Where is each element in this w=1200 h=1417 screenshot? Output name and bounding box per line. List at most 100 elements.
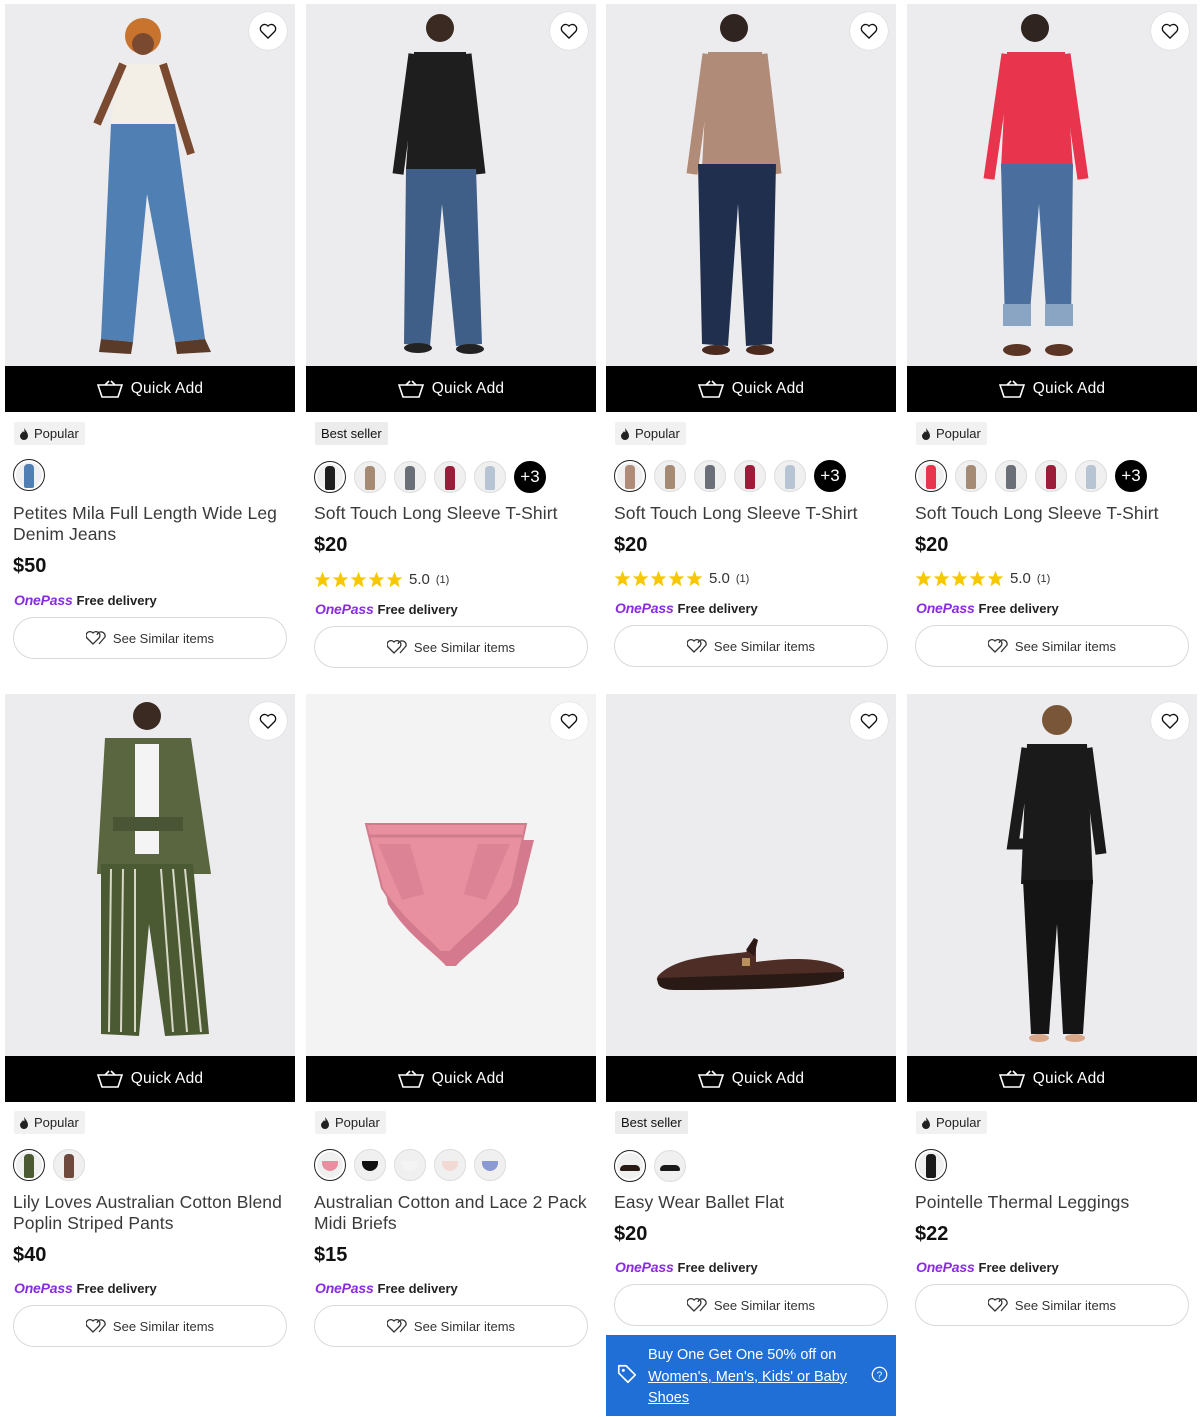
color-swatch[interactable] <box>434 461 466 493</box>
color-swatch[interactable] <box>354 461 386 493</box>
quick-add-button[interactable]: Quick Add <box>606 366 896 412</box>
color-swatch[interactable] <box>915 1149 947 1181</box>
product-title[interactable]: Australian Cotton and Lace 2 Pack Midi B… <box>314 1192 590 1234</box>
color-swatch[interactable] <box>915 460 947 492</box>
onepass-logo: OnePass <box>916 600 975 616</box>
color-swatch[interactable] <box>654 460 686 492</box>
product-title[interactable]: Petites Mila Full Length Wide Leg Denim … <box>13 503 289 545</box>
see-similar-button[interactable]: See Similar items <box>13 1305 287 1347</box>
product-price: $22 <box>915 1223 949 1245</box>
product-photo <box>1006 705 1107 1042</box>
wishlist-heart-button[interactable] <box>850 12 888 50</box>
product-title[interactable]: Soft Touch Long Sleeve T-Shirt <box>915 503 1191 524</box>
color-swatch[interactable] <box>995 460 1027 492</box>
product-card[interactable]: Quick Add Best seller +3 Soft Touch Long… <box>306 4 596 668</box>
product-title[interactable]: Easy Wear Ballet Flat <box>614 1192 890 1213</box>
star-icon <box>650 570 667 587</box>
product-image[interactable]: Quick Add <box>306 694 596 1102</box>
product-card[interactable]: Quick Add Popular +3 Soft Touch Long Sle… <box>907 4 1197 667</box>
color-swatch[interactable] <box>474 1149 506 1181</box>
product-image[interactable]: Quick Add <box>5 694 295 1102</box>
color-swatch[interactable] <box>694 460 726 492</box>
wishlist-heart-button[interactable] <box>1151 702 1189 740</box>
quick-add-button[interactable]: Quick Add <box>5 366 295 412</box>
color-swatch[interactable] <box>394 1149 426 1181</box>
star-rating-icons <box>314 571 403 588</box>
flame-icon <box>20 1116 28 1129</box>
product-price: $50 <box>13 555 47 577</box>
color-swatch[interactable] <box>1075 460 1107 492</box>
color-swatch[interactable] <box>394 461 426 493</box>
color-swatch[interactable] <box>13 1149 45 1181</box>
similar-hearts-icon <box>386 1318 407 1333</box>
product-image[interactable]: Quick Add <box>606 694 896 1102</box>
product-card[interactable]: Quick Add Popular Australian Cotton and … <box>306 694 596 1347</box>
see-similar-button[interactable]: See Similar items <box>314 626 588 668</box>
color-swatch[interactable] <box>354 1149 386 1181</box>
see-similar-button[interactable]: See Similar items <box>614 625 888 667</box>
heart-icon <box>560 23 578 39</box>
promo-link[interactable]: Women's, Men's, Kids' or Baby Shoes <box>648 1367 856 1410</box>
star-icon <box>314 571 331 588</box>
help-icon[interactable]: ? <box>871 1366 888 1383</box>
flame-icon <box>922 1116 930 1129</box>
quick-add-button[interactable]: Quick Add <box>907 1056 1197 1102</box>
star-icon <box>614 570 631 587</box>
wishlist-heart-button[interactable] <box>249 702 287 740</box>
quick-add-button[interactable]: Quick Add <box>907 366 1197 412</box>
color-swatch[interactable] <box>774 460 806 492</box>
onepass-logo: OnePass <box>14 1280 73 1296</box>
wishlist-heart-button[interactable] <box>249 12 287 50</box>
product-title[interactable]: Pointelle Thermal Leggings <box>915 1192 1191 1213</box>
product-image[interactable]: Quick Add <box>306 4 596 412</box>
product-title[interactable]: Soft Touch Long Sleeve T-Shirt <box>614 503 890 524</box>
product-card[interactable]: Quick Add Popular Petites Mila Full Leng… <box>5 4 295 659</box>
see-similar-button[interactable]: See Similar items <box>314 1305 588 1347</box>
color-swatches <box>314 1149 506 1181</box>
product-title[interactable]: Lily Loves Australian Cotton Blend Popli… <box>13 1192 289 1234</box>
color-swatch[interactable] <box>434 1149 466 1181</box>
product-card[interactable]: Quick Add Popular +3 Soft Touch Long Sle… <box>606 4 896 667</box>
see-similar-button[interactable]: See Similar items <box>614 1284 888 1326</box>
rating-count: (1) <box>735 572 750 585</box>
product-image[interactable]: Quick Add <box>606 4 896 412</box>
color-swatch[interactable] <box>53 1149 85 1181</box>
product-title[interactable]: Soft Touch Long Sleeve T-Shirt <box>314 503 590 524</box>
color-swatch[interactable] <box>614 460 646 492</box>
quick-add-button[interactable]: Quick Add <box>306 1056 596 1102</box>
see-similar-button[interactable]: See Similar items <box>13 617 287 659</box>
product-image[interactable]: Quick Add <box>907 694 1197 1102</box>
more-colors-button[interactable]: +3 <box>514 461 546 493</box>
see-similar-button[interactable]: See Similar items <box>915 625 1189 667</box>
color-swatch[interactable] <box>13 459 45 491</box>
product-card[interactable]: Quick Add Popular Lily Loves Australian … <box>5 694 295 1347</box>
color-swatches: +3 <box>614 460 846 492</box>
color-swatch[interactable] <box>654 1150 686 1182</box>
product-card[interactable]: Quick Add Popular Pointelle Thermal Legg… <box>907 694 1197 1326</box>
product-card[interactable]: Quick Add Best seller Easy Wear Ballet F… <box>606 694 896 1326</box>
more-colors-button[interactable]: +3 <box>1115 460 1147 492</box>
quick-add-button[interactable]: Quick Add <box>5 1056 295 1102</box>
color-swatch[interactable] <box>474 461 506 493</box>
more-colors-button[interactable]: +3 <box>814 460 846 492</box>
color-swatch[interactable] <box>955 460 987 492</box>
product-image[interactable]: Quick Add <box>5 4 295 412</box>
quick-add-button[interactable]: Quick Add <box>606 1056 896 1102</box>
quick-add-button[interactable]: Quick Add <box>306 366 596 412</box>
wishlist-heart-button[interactable] <box>850 702 888 740</box>
product-price: $20 <box>614 534 648 556</box>
rating-count: (1) <box>435 573 450 586</box>
wishlist-heart-button[interactable] <box>1151 12 1189 50</box>
color-swatch[interactable] <box>314 1149 346 1181</box>
color-swatch[interactable] <box>314 461 346 493</box>
wishlist-heart-button[interactable] <box>550 702 588 740</box>
color-swatch[interactable] <box>1035 460 1067 492</box>
star-icon <box>350 571 367 588</box>
basket-icon <box>96 1070 123 1088</box>
wishlist-heart-button[interactable] <box>550 12 588 50</box>
color-swatch[interactable] <box>734 460 766 492</box>
star-icon <box>933 570 950 587</box>
see-similar-button[interactable]: See Similar items <box>915 1284 1189 1326</box>
color-swatch[interactable] <box>614 1150 646 1182</box>
product-image[interactable]: Quick Add <box>907 4 1197 412</box>
